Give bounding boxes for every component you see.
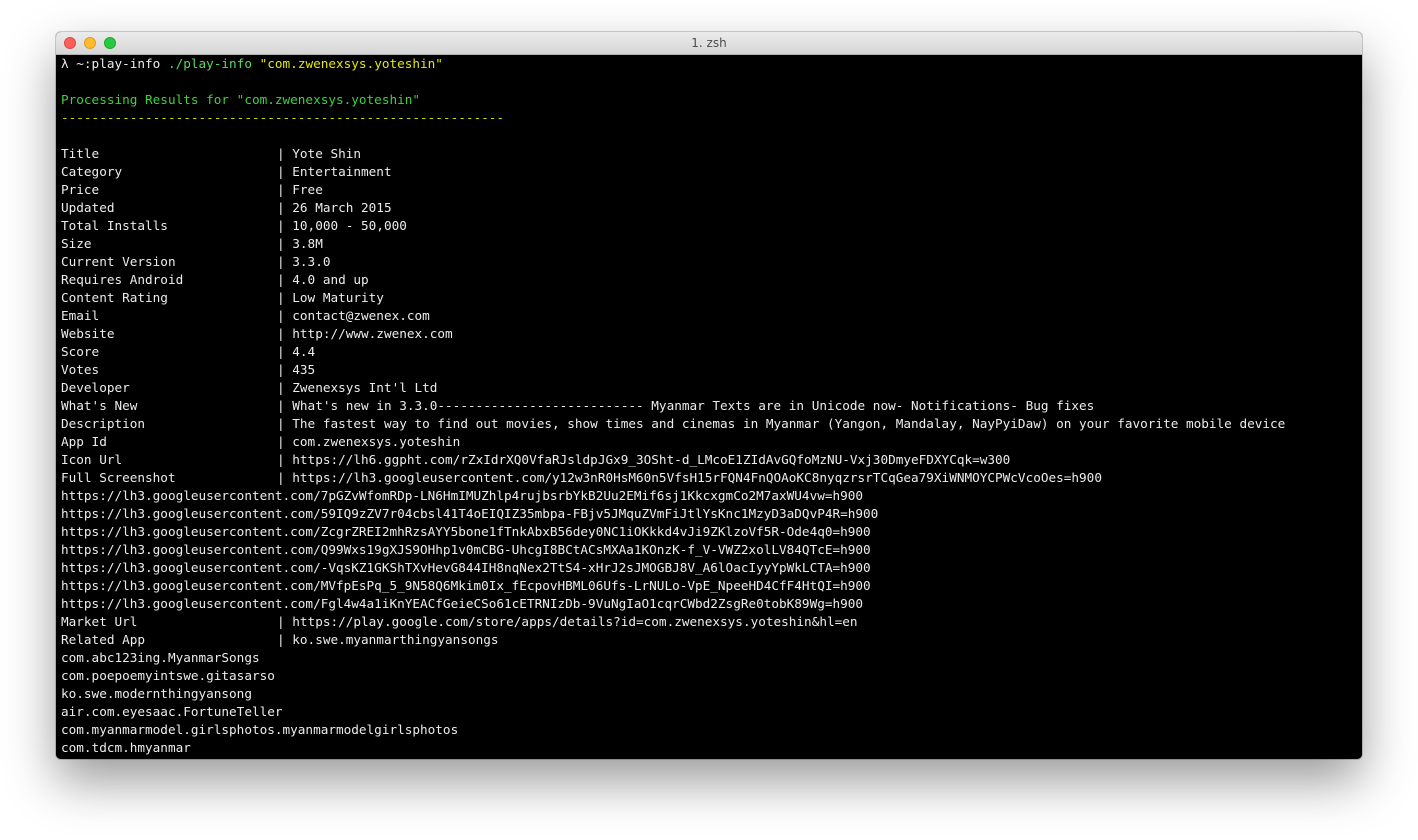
field-label: Related App	[61, 632, 146, 647]
related-app-item: com.poepoemyintswe.gitasarso	[61, 668, 275, 683]
field-value: | Entertainment	[277, 164, 392, 179]
prompt-command: ./play-info	[167, 56, 252, 71]
field-row: Score | 4.4	[61, 343, 1357, 361]
field-row: Category | Entertainment	[61, 163, 1357, 181]
field-label: Price	[61, 182, 100, 197]
field-value: | 435	[277, 362, 316, 377]
field-row: Website | http://www.zwenex.com	[61, 325, 1357, 343]
field-row: Price | Free	[61, 181, 1357, 199]
field-value: | 26 March 2015	[277, 200, 392, 215]
field-label: Website	[61, 326, 115, 341]
prompt-cwd: ~:play-info	[76, 56, 161, 71]
field-value: | Free	[277, 182, 323, 197]
field-value: | ko.swe.myanmarthingyansongs	[277, 632, 499, 647]
screenshot-url: https://lh3.googleusercontent.com/Q99Wxs…	[61, 542, 871, 557]
field-label: Requires Android	[61, 272, 184, 287]
field-label: Description	[61, 416, 146, 431]
field-value: | https://play.google.com/store/apps/det…	[277, 614, 858, 629]
field-label: Icon Url	[61, 452, 123, 467]
prompt-line: λ ~:play-info ./play-info "com.zwenexsys…	[61, 55, 1357, 73]
field-row: App Id | com.zwenexsys.yoteshin	[61, 433, 1357, 451]
field-row: Current Version | 3.3.0	[61, 253, 1357, 271]
field-value: | What's new in 3.3.0-------------------…	[277, 398, 1095, 413]
field-row: Content Rating | Low Maturity	[61, 289, 1357, 307]
field-label: Current Version	[61, 254, 176, 269]
field-value: | http://www.zwenex.com	[277, 326, 453, 341]
field-value: | 3.3.0	[277, 254, 331, 269]
field-row: Email | contact@zwenex.com	[61, 307, 1357, 325]
terminal-window: 1. zsh λ ~:play-info ./play-info "com.zw…	[56, 32, 1362, 759]
field-row: Total Installs | 10,000 - 50,000	[61, 217, 1357, 235]
separator-line: ----------------------------------------…	[61, 110, 505, 125]
related-app-item: com.tdcm.hmyanmar	[61, 740, 191, 755]
related-app-item: com.abc123ing.MyanmarSongs	[61, 650, 260, 665]
field-label: Email	[61, 308, 100, 323]
field-label: Title	[61, 146, 100, 161]
field-label: Votes	[61, 362, 100, 377]
field-value: | Zwenexsys Int'l Ltd	[277, 380, 438, 395]
window-title: 1. zsh	[691, 36, 727, 50]
field-value: | com.zwenexsys.yoteshin	[277, 434, 461, 449]
field-row-market-url: Market Url | https://play.google.com/stor…	[61, 613, 1357, 631]
field-value: | 4.0 and up	[277, 272, 369, 287]
field-label: App Id	[61, 434, 107, 449]
related-app-item: ko.swe.modernthingyansong	[61, 686, 252, 701]
field-label: Score	[61, 344, 100, 359]
field-value: | Yote Shin	[277, 146, 362, 161]
field-value: | contact@zwenex.com	[277, 308, 430, 323]
prompt-argument: "com.zwenexsys.yoteshin"	[259, 56, 443, 71]
field-label: Size	[61, 236, 92, 251]
field-row: Full Screenshot | https://lh3.googleuserc…	[61, 469, 1357, 487]
field-row: What's New | What's new in 3.3.0---------…	[61, 397, 1357, 415]
field-row: Icon Url | https://lh6.ggpht.com/rZxIdrXQ…	[61, 451, 1357, 469]
field-label: Content Rating	[61, 290, 168, 305]
screenshot-url-list: https://lh3.googleusercontent.com/7pGZvW…	[61, 487, 1357, 613]
field-value: | 4.4	[277, 344, 316, 359]
field-label: Market Url	[61, 614, 138, 629]
field-row: Votes | 435	[61, 361, 1357, 379]
field-value: | https://lh3.googleusercontent.com/y12w…	[277, 470, 1102, 485]
field-row-related-app: Related App | ko.swe.myanmarthingyansongs	[61, 631, 1357, 649]
field-row: Description | The fastest way to find out…	[61, 415, 1357, 433]
field-label: Total Installs	[61, 218, 168, 233]
field-label: What's New	[61, 398, 138, 413]
field-row: Requires Android | 4.0 and up	[61, 271, 1357, 289]
field-row: Developer | Zwenexsys Int'l Ltd	[61, 379, 1357, 397]
field-list: Title | Yote Shin Category | Entertainment P…	[61, 145, 1357, 487]
field-label: Category	[61, 164, 123, 179]
field-label: Full Screenshot	[61, 470, 176, 485]
related-app-item: air.com.eyesaac.FortuneTeller	[61, 704, 283, 719]
related-app-item: com.myanmarmodel.girlsphotos.myanmarmode…	[61, 722, 459, 737]
related-app-list: com.abc123ing.MyanmarSongs com.poepoemyin…	[61, 649, 1357, 757]
field-row: Title | Yote Shin	[61, 145, 1357, 163]
title-bar: 1. zsh	[56, 32, 1362, 55]
field-value: | https://lh6.ggpht.com/rZxIdrXQ0VfaRJsl…	[277, 452, 1011, 467]
screenshot-url: https://lh3.googleusercontent.com/59IQ9z…	[61, 506, 879, 521]
field-row: Size | 3.8M	[61, 235, 1357, 253]
field-label: Updated	[61, 200, 115, 215]
prompt-symbol: λ	[61, 56, 69, 71]
screenshot-url: https://lh3.googleusercontent.com/MVfpEs…	[61, 578, 871, 593]
field-value: | The fastest way to find out movies, sh…	[277, 416, 1286, 431]
screenshot-url: https://lh3.googleusercontent.com/Fgl4w4…	[61, 596, 864, 611]
terminal-output[interactable]: λ ~:play-info ./play-info "com.zwenexsys…	[56, 55, 1362, 759]
field-label: Developer	[61, 380, 130, 395]
screenshot-url: https://lh3.googleusercontent.com/7pGZvW…	[61, 488, 864, 503]
results-header: Processing Results for "com.zwenexsys.yo…	[61, 92, 421, 107]
screenshot-url: https://lh3.googleusercontent.com/ZcgrZR…	[61, 524, 871, 539]
field-value: | Low Maturity	[277, 290, 384, 305]
field-value: | 10,000 - 50,000	[277, 218, 407, 233]
field-value: | 3.8M	[277, 236, 323, 251]
field-row: Updated | 26 March 2015	[61, 199, 1357, 217]
screenshot-url: https://lh3.googleusercontent.com/-VqsKZ…	[61, 560, 871, 575]
